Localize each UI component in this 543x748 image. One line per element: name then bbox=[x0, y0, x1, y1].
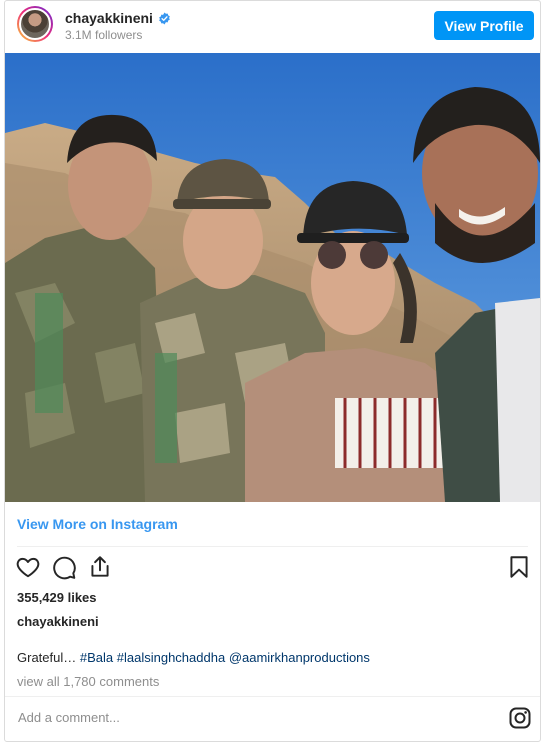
caption-prefix: Grateful… bbox=[17, 650, 77, 665]
verified-badge-icon bbox=[159, 12, 170, 24]
action-bar bbox=[15, 554, 113, 580]
followers-count: 3.1M followers bbox=[65, 28, 143, 42]
view-all-comments-link[interactable]: view all 1,780 comments bbox=[17, 674, 159, 689]
post-photo-image bbox=[5, 53, 540, 502]
avatar[interactable] bbox=[17, 6, 53, 42]
instagram-icon[interactable] bbox=[508, 706, 532, 730]
caption-username[interactable]: chayakkineni bbox=[17, 614, 99, 629]
mention-link[interactable]: @aamirkhanproductions bbox=[229, 650, 370, 665]
post-photo[interactable] bbox=[5, 53, 540, 502]
view-more-link[interactable]: View More on Instagram bbox=[17, 516, 178, 532]
hashtag-link[interactable]: #Bala bbox=[80, 650, 113, 665]
post-header: chayakkineni 3.1M followers View Profile bbox=[5, 1, 540, 53]
likes-count[interactable]: 355,429 likes bbox=[17, 590, 97, 605]
avatar-image bbox=[19, 8, 51, 40]
caption-text: Grateful… #Bala #laalsinghchaddha @aamir… bbox=[17, 650, 370, 665]
heart-icon[interactable] bbox=[15, 554, 41, 580]
view-profile-button[interactable]: View Profile bbox=[434, 11, 534, 40]
share-icon[interactable] bbox=[87, 554, 113, 580]
hashtag-link[interactable]: #laalsinghchaddha bbox=[117, 650, 225, 665]
username-row: chayakkineni bbox=[65, 10, 171, 26]
comment-bar bbox=[5, 696, 540, 741]
username-link[interactable]: chayakkineni bbox=[65, 10, 153, 26]
instagram-embed-card: chayakkineni 3.1M followers View Profile bbox=[4, 0, 541, 742]
add-comment-input[interactable] bbox=[16, 709, 440, 726]
bookmark-icon[interactable] bbox=[506, 554, 532, 580]
comment-icon[interactable] bbox=[51, 554, 77, 580]
divider bbox=[17, 546, 528, 547]
